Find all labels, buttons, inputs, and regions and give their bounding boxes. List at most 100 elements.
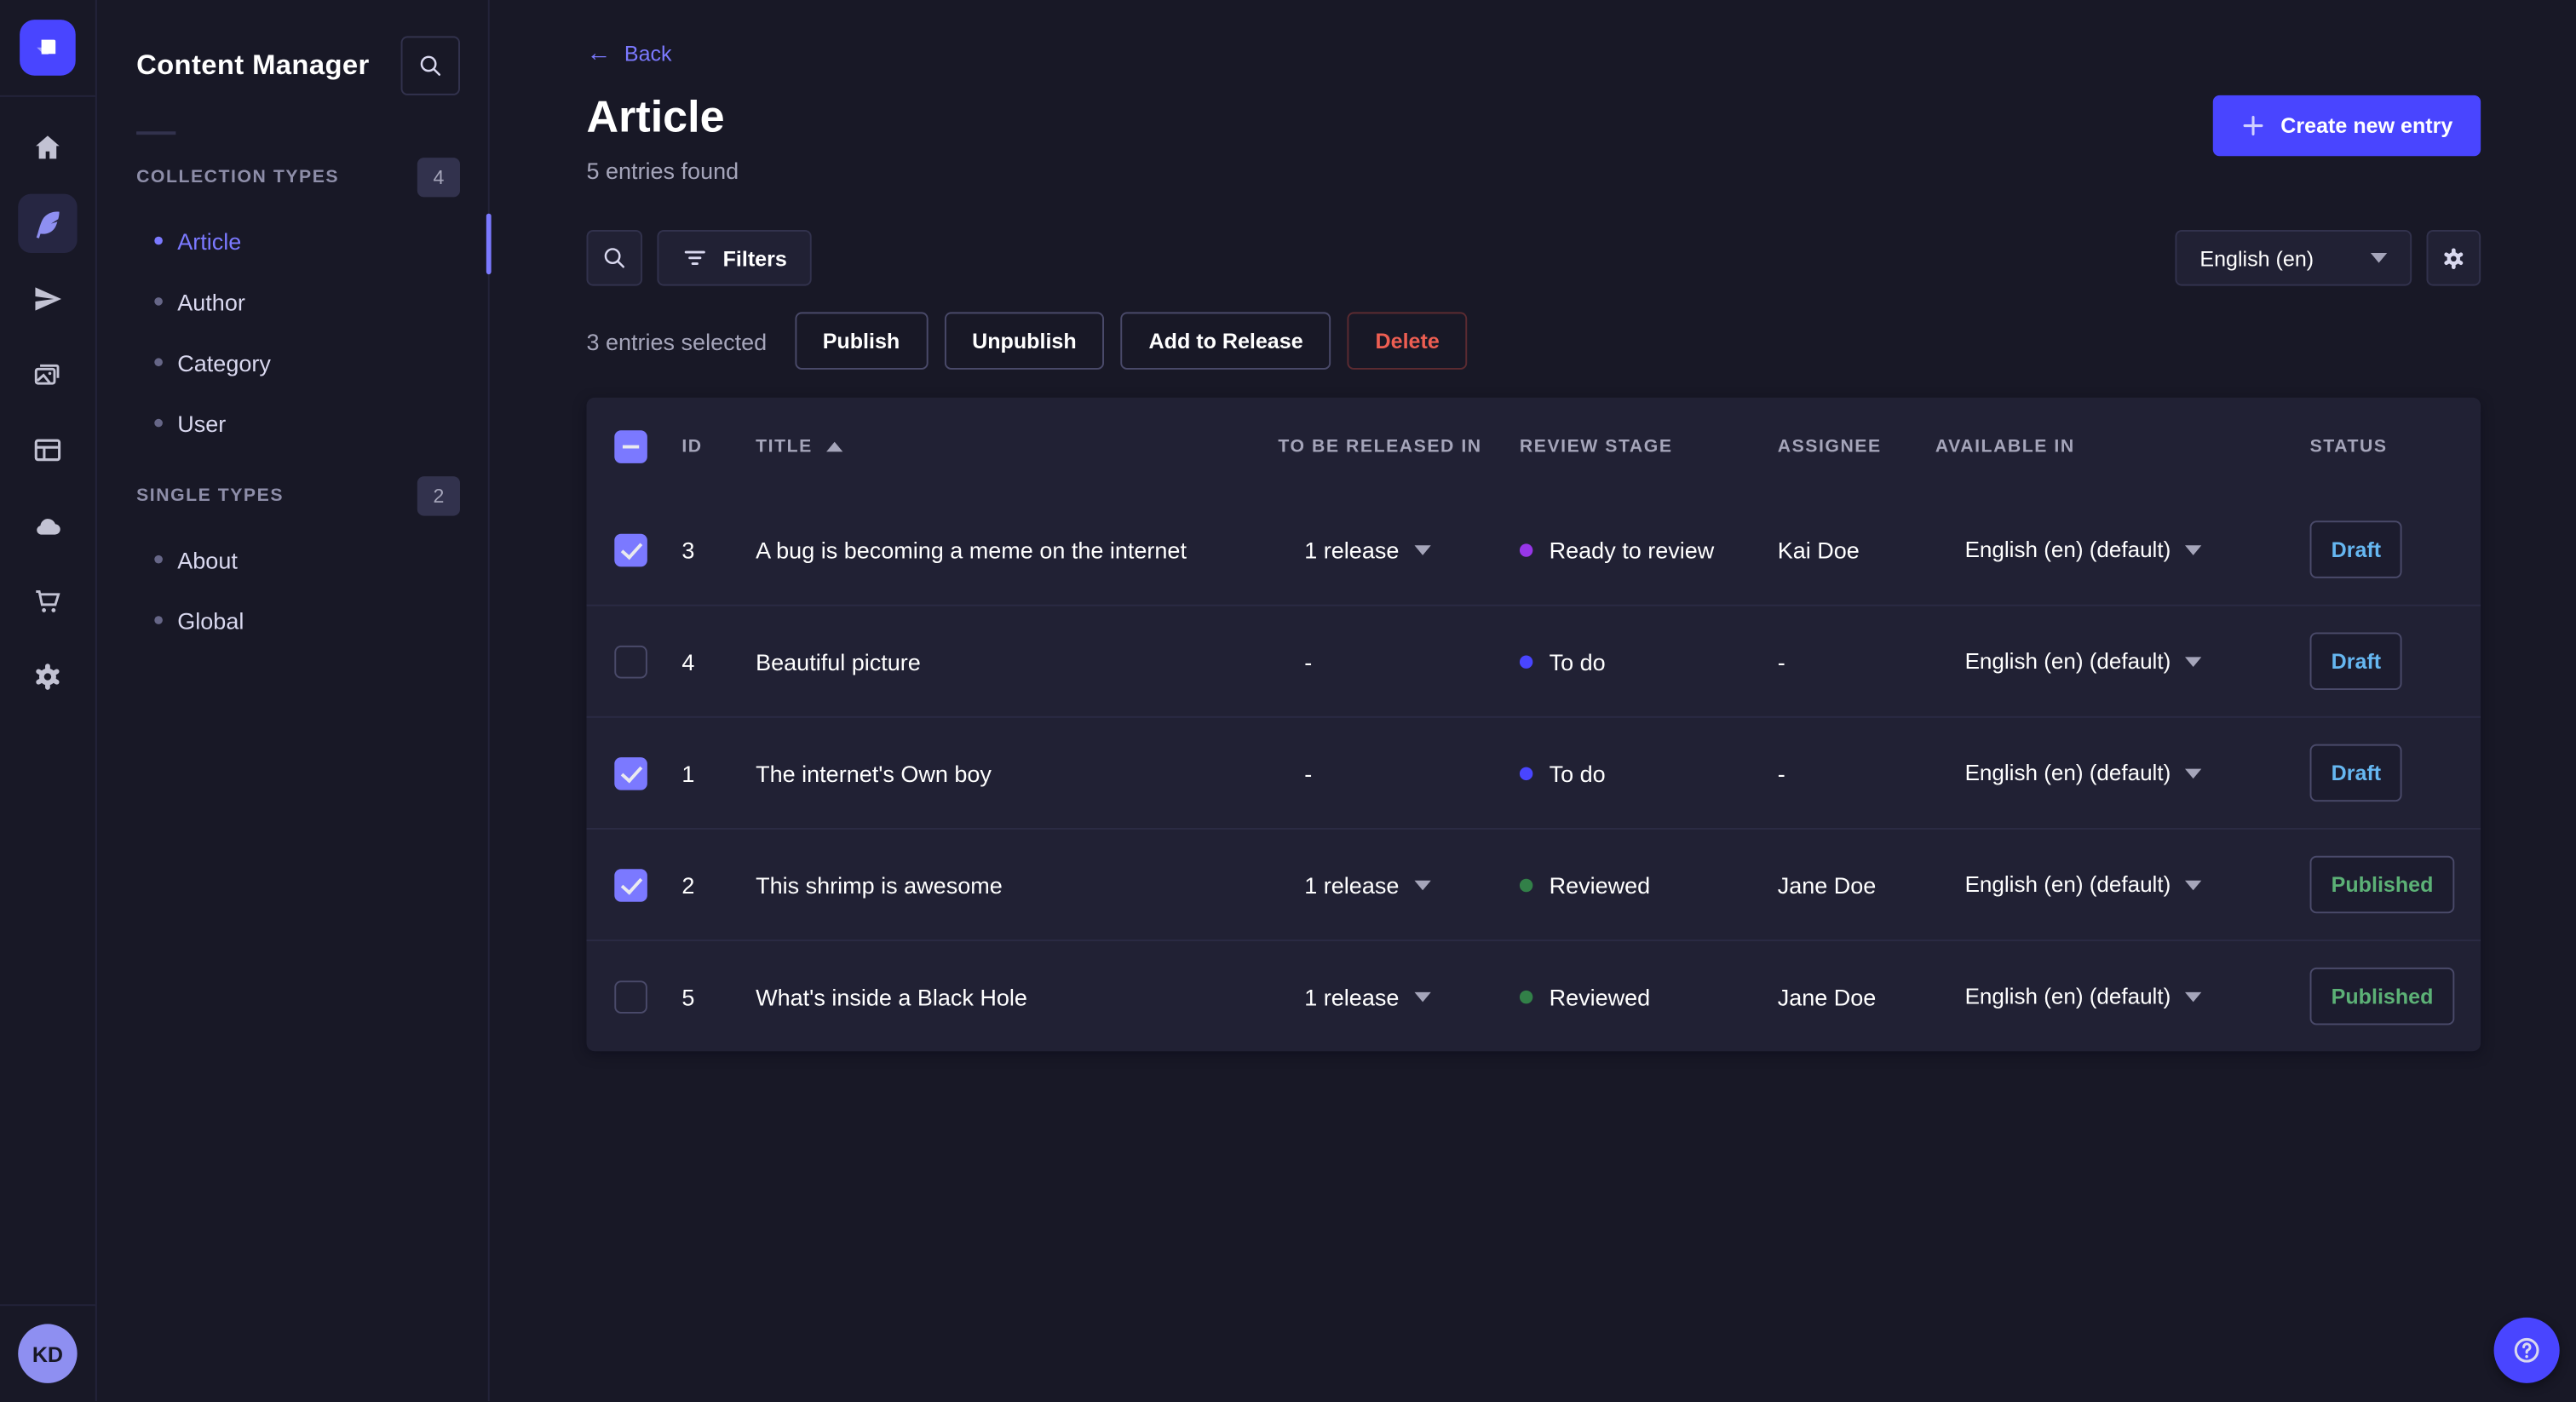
section-label-single-types: SINGLE TYPES <box>136 486 285 506</box>
sidebar-item-author[interactable]: Author <box>95 271 488 331</box>
row-locale-value: English (en) (default) <box>1964 872 2171 897</box>
page-title: Article <box>586 91 725 141</box>
row-checkbox[interactable] <box>614 980 647 1013</box>
layout-icon[interactable] <box>18 421 77 480</box>
help-icon <box>2514 1337 2539 1363</box>
column-header-release[interactable]: TO BE RELEASED IN <box>1278 436 1519 456</box>
view-settings-button[interactable] <box>2426 229 2481 286</box>
row-release-value: - <box>1304 647 1313 675</box>
entries-count: 5 entries found <box>586 158 739 184</box>
feather-icon[interactable] <box>18 193 78 253</box>
chevron-down-icon <box>1413 991 1431 1002</box>
user-avatar[interactable]: KD <box>18 1324 78 1383</box>
row-checkbox[interactable] <box>614 868 647 901</box>
table-header-row: ID TITLE TO BE RELEASED IN REVIEW STAGE … <box>586 398 2481 495</box>
send-icon[interactable] <box>18 269 77 328</box>
locale-selected-value: English (en) <box>2199 245 2314 271</box>
row-stage-label: To do <box>1549 647 1606 675</box>
status-badge: Draft <box>2309 744 2403 802</box>
filters-label: Filters <box>722 245 787 271</box>
filters-button[interactable]: Filters <box>657 229 812 286</box>
row-release-dropdown: - <box>1278 648 1519 675</box>
back-link[interactable]: ← Back <box>586 41 671 66</box>
delete-button[interactable]: Delete <box>1347 312 1468 370</box>
row-locale-dropdown[interactable]: English (en) (default) <box>1935 537 2310 562</box>
row-id: 4 <box>681 647 695 675</box>
sidebar-item-user[interactable]: User <box>95 393 488 453</box>
sidebar-search-button[interactable] <box>400 36 460 95</box>
row-review-stage: Ready to review <box>1519 536 1778 563</box>
table-row[interactable]: 4 Beautiful picture - To do - English (e… <box>586 604 2481 716</box>
create-new-entry-button[interactable]: Create new entry <box>2213 95 2481 157</box>
row-release-value: - <box>1304 759 1313 786</box>
sidebar-item-label: Category <box>177 348 271 376</box>
row-release-dropdown: - <box>1278 760 1519 786</box>
column-header-available-in[interactable]: AVAILABLE IN <box>1935 436 2310 456</box>
nav-rail: KD <box>0 0 97 1402</box>
main-content: ← Back Article 5 entries found Create ne… <box>492 0 2576 1401</box>
row-checkbox[interactable] <box>614 756 647 790</box>
row-assignee: - <box>1777 759 1785 786</box>
table-row[interactable]: 1 The internet's Own boy - To do - Engli… <box>586 715 2481 828</box>
bullet-icon <box>154 297 163 306</box>
bullet-icon <box>154 236 163 245</box>
row-review-stage: Reviewed <box>1519 871 1778 898</box>
row-assignee: Kai Doe <box>1777 536 1860 563</box>
chevron-down-icon <box>1413 879 1431 890</box>
entries-table: ID TITLE TO BE RELEASED IN REVIEW STAGE … <box>586 397 2481 1052</box>
back-label: Back <box>624 41 672 66</box>
sidebar-divider <box>136 131 176 135</box>
cloud-icon[interactable] <box>18 496 77 554</box>
add-to-release-button[interactable]: Add to Release <box>1120 312 1331 370</box>
column-header-status[interactable]: STATUS <box>2310 436 2481 456</box>
status-badge: Published <box>2309 855 2455 914</box>
select-all-checkbox[interactable] <box>614 429 647 463</box>
row-checkbox[interactable] <box>614 532 647 566</box>
home-icon[interactable] <box>18 118 77 177</box>
sidebar-item-about[interactable]: About <box>95 529 488 589</box>
sidebar-item-category[interactable]: Category <box>95 332 488 393</box>
column-header-assignee[interactable]: ASSIGNEE <box>1778 436 1935 456</box>
row-review-stage: To do <box>1519 647 1778 675</box>
sidebar-title: Content Manager <box>136 49 370 81</box>
publish-button[interactable]: Publish <box>794 312 929 370</box>
table-row[interactable]: 3 A bug is becoming a meme on the intern… <box>586 494 2481 604</box>
column-header-id[interactable]: ID <box>681 436 756 456</box>
row-review-stage: To do <box>1519 760 1778 786</box>
single-types-count-badge: 2 <box>417 476 460 516</box>
row-locale-dropdown[interactable]: English (en) (default) <box>1935 872 2310 897</box>
sidebar-item-label: Article <box>177 227 242 254</box>
locale-select[interactable]: English (en) <box>2175 229 2412 286</box>
settings-icon[interactable] <box>18 647 77 706</box>
row-locale-dropdown[interactable]: English (en) (default) <box>1935 649 2310 674</box>
table-body: 3 A bug is becoming a meme on the intern… <box>586 494 2481 1051</box>
table-row[interactable]: 5 What's inside a Black Hole 1 release R… <box>586 939 2481 1051</box>
row-title: A bug is becoming a meme on the internet <box>756 536 1187 563</box>
help-button[interactable] <box>2493 1317 2560 1383</box>
search-button[interactable] <box>586 229 643 286</box>
status-badge: Draft <box>2309 632 2403 690</box>
row-release-dropdown[interactable]: 1 release <box>1278 983 1519 1009</box>
column-header-title[interactable]: TITLE <box>756 436 1278 456</box>
stage-dot <box>1519 877 1533 892</box>
row-release-dropdown[interactable]: 1 release <box>1278 871 1519 898</box>
row-checkbox[interactable] <box>614 644 647 678</box>
collection-types-count-badge: 4 <box>417 158 460 198</box>
row-stage-label: Ready to review <box>1549 536 1715 563</box>
stage-dot <box>1519 654 1533 668</box>
strapi-logo-button[interactable] <box>0 0 95 97</box>
cart-icon[interactable] <box>18 572 77 630</box>
media-library-icon[interactable] <box>18 345 77 404</box>
row-review-stage: Reviewed <box>1519 983 1778 1009</box>
app-window: KD Content Manager COLLECTION TYPES 4 Ar… <box>0 0 2576 1402</box>
row-id: 2 <box>681 871 695 898</box>
sidebar-item-article[interactable]: Article <box>95 210 488 271</box>
row-locale-dropdown[interactable]: English (en) (default) <box>1935 984 2310 1008</box>
table-row[interactable]: 2 This shrimp is awesome 1 release Revie… <box>586 827 2481 939</box>
column-header-review-stage[interactable]: REVIEW STAGE <box>1520 436 1778 456</box>
chevron-down-icon <box>1413 544 1431 554</box>
row-release-dropdown[interactable]: 1 release <box>1278 537 1519 563</box>
sidebar-item-global[interactable]: Global <box>95 589 488 650</box>
row-locale-dropdown[interactable]: English (en) (default) <box>1935 761 2310 785</box>
unpublish-button[interactable]: Unpublish <box>944 312 1105 370</box>
